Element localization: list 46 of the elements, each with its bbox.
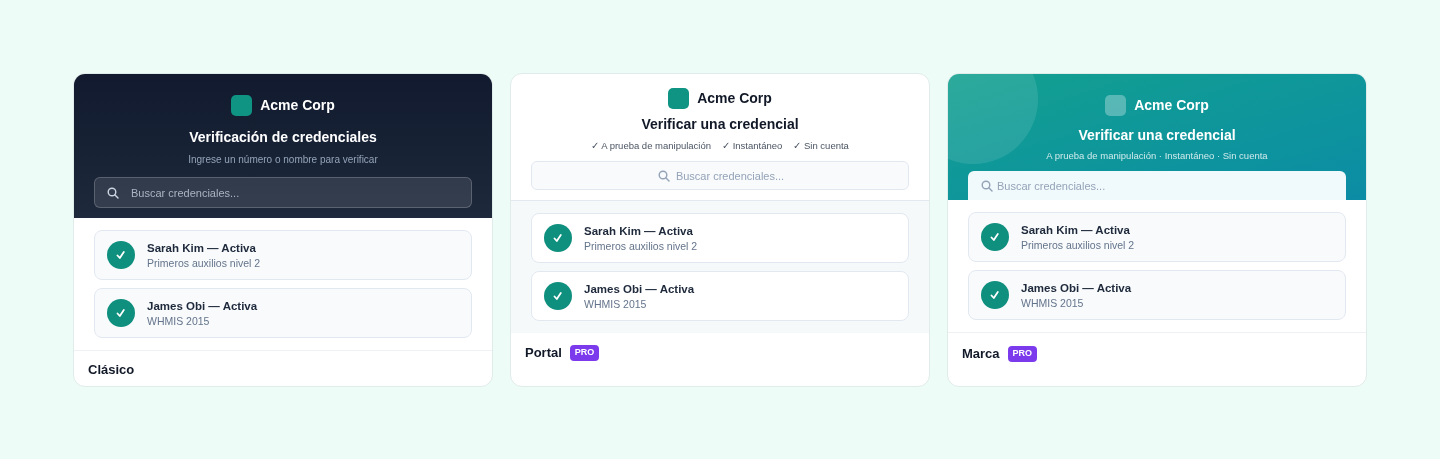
credential-row[interactable]: James Obi — Activa WHMIS 2015 — [94, 288, 472, 338]
brand-name: Acme Corp — [697, 89, 772, 108]
card-label: Marca — [962, 345, 1000, 363]
card-title: Verificar una credencial — [1077, 126, 1237, 145]
credential-row[interactable]: James Obi — Activa WHMIS 2015 — [531, 271, 909, 322]
credential-name: James Obi — Activa — [147, 298, 258, 314]
credential-row[interactable]: James Obi — Activa WHMIS 2015 — [968, 270, 1346, 320]
logo-icon — [231, 95, 253, 116]
credential-name: Sarah Kim — Activa — [584, 223, 694, 239]
card-title: Verificación de credenciales — [188, 128, 378, 147]
credential-detail: Primeros auxilios nivel 2 — [1021, 237, 1135, 252]
pro-badge: PRO — [1007, 346, 1038, 362]
card-title: Verificar una credencial — [640, 115, 800, 134]
logo-icon — [668, 88, 690, 109]
check-circle-icon — [107, 241, 135, 269]
search-icon — [107, 187, 119, 199]
card-label: Clásico — [88, 361, 135, 379]
check-circle-icon — [544, 224, 572, 253]
feature-item: ✓ A prueba de manipulación — [591, 139, 712, 153]
check-circle-icon — [544, 282, 572, 311]
credential-row[interactable]: Sarah Kim — Activa Primeros auxilios nivel 2 — [94, 230, 472, 280]
card-subtitle: A prueba de manipulación · Instantáneo · Sin cuenta — [1045, 149, 1269, 163]
credential-row[interactable]: Sarah Kim — Activa Primeros auxilios nivel 2 — [968, 212, 1346, 262]
check-circle-icon — [981, 223, 1009, 251]
credential-name: James Obi — Activa — [584, 281, 695, 297]
credential-row[interactable]: Sarah Kim — Activa Primeros auxilios nivel 2 — [531, 213, 909, 264]
credential-name: Sarah Kim — Activa — [1021, 222, 1131, 238]
pro-badge: PRO — [569, 345, 600, 361]
credential-detail: WHMIS 2015 — [147, 313, 211, 328]
credential-detail: Primeros auxilios nivel 2 — [147, 255, 261, 270]
brand-name: Acme Corp — [260, 96, 335, 115]
check-circle-icon — [981, 281, 1009, 309]
feature-item: ✓ Instantáneo — [722, 139, 783, 153]
credential-detail: Primeros auxilios nivel 2 — [584, 238, 698, 253]
feature-item: ✓ Sin cuenta — [793, 139, 849, 153]
credential-name: Sarah Kim — Activa — [147, 240, 257, 256]
card-label: Portal — [525, 344, 562, 363]
search-field[interactable]: Buscar credenciales... — [968, 171, 1346, 200]
logo-icon — [1105, 95, 1127, 116]
search-field[interactable]: Buscar credenciales... — [531, 161, 909, 191]
brand-name: Acme Corp — [1134, 96, 1209, 115]
credential-detail: WHMIS 2015 — [584, 296, 648, 311]
credential-detail: WHMIS 2015 — [1021, 295, 1085, 310]
card-subtitle: Ingrese un número o nombre para verificar — [187, 153, 379, 167]
check-circle-icon — [107, 299, 135, 327]
credential-name: James Obi — Activa — [1021, 280, 1132, 296]
